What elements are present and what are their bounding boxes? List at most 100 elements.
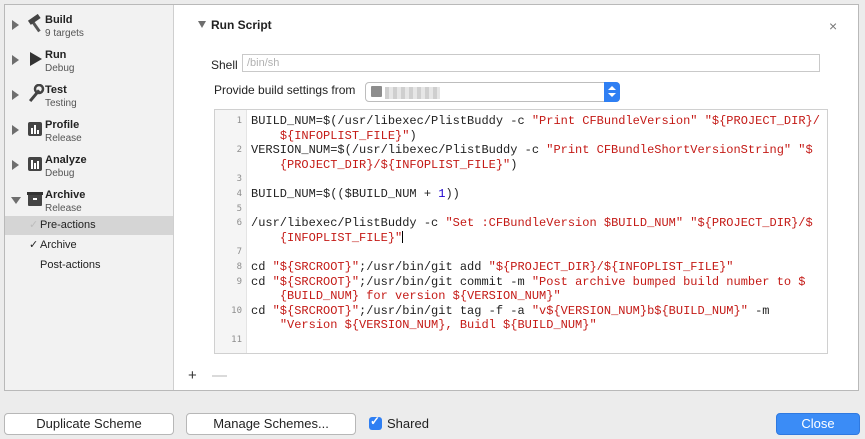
subitem-label: Archive bbox=[40, 239, 77, 251]
scheme-editor-frame: Build 9 targets Run Debug Test Testing P… bbox=[4, 4, 859, 391]
code-line: cd "${SRCROOT}";/usr/bin/git add "${PROJ… bbox=[251, 260, 734, 274]
hammer-icon bbox=[27, 14, 41, 33]
archive-box-icon bbox=[27, 192, 43, 206]
subitem-label: Post-actions bbox=[40, 259, 101, 271]
code-line: ${INFOPLIST_FILE}") bbox=[251, 129, 417, 143]
sidebar-item-label: Build bbox=[45, 14, 73, 26]
line-number: 7 bbox=[236, 247, 242, 258]
duplicate-scheme-button[interactable]: Duplicate Scheme bbox=[4, 413, 174, 435]
script-editor[interactable]: 1 2 3 4 5 6 7 8 9 10 11 BUILD_NUM=$(/usr/libexec/P… bbox=[214, 109, 828, 354]
phase-title: Run Script bbox=[211, 18, 272, 32]
sidebar-item-label: Run bbox=[45, 49, 67, 61]
code-token: ) bbox=[409, 128, 417, 143]
code-line: cd "${SRCROOT}";/usr/bin/git tag -f -a "… bbox=[251, 304, 770, 318]
line-number: 2 bbox=[236, 145, 242, 156]
shared-checkbox[interactable] bbox=[369, 414, 382, 430]
text-cursor bbox=[402, 230, 404, 243]
code-token: "${PROJECT_DIR}/$ bbox=[690, 216, 813, 231]
disclosure-triangle-icon[interactable] bbox=[12, 90, 19, 100]
code-token: /usr/libexec/PlistBuddy -c bbox=[251, 216, 446, 231]
code-token: "${SRCROOT}" bbox=[272, 260, 360, 274]
code-token: "Set :CFBundleVersion $BUILD_NUM" bbox=[445, 216, 684, 231]
disclosure-triangle-icon[interactable] bbox=[12, 125, 19, 135]
code-token: ${INFOPLIST_FILE}" bbox=[279, 128, 410, 143]
sidebar-item-build[interactable]: Build 9 targets bbox=[5, 10, 173, 44]
code-token: "v${VERSION_NUM}b${BUILD_NUM}" bbox=[531, 303, 748, 318]
redacted-target-name: xxxxxxxxxx bbox=[385, 87, 440, 99]
code-line: "Version ${VERSION_NUM}, Buidl ${BUILD_N… bbox=[251, 318, 597, 332]
sidebar-item-sublabel: Debug bbox=[45, 168, 75, 179]
add-phase-button[interactable]: + bbox=[188, 367, 197, 384]
disclosure-triangle-icon[interactable] bbox=[12, 160, 19, 170]
sidebar-item-analyze[interactable]: Analyze Debug bbox=[5, 150, 173, 184]
code-token: {INFOPLIST_FILE}" bbox=[279, 230, 403, 245]
line-number: 1 bbox=[236, 116, 242, 126]
shell-input[interactable]: /bin/sh bbox=[242, 54, 820, 72]
code-token: BUILD_NUM=$(/usr/libexec/PlistBuddy -c bbox=[251, 114, 532, 128]
manage-schemes-button[interactable]: Manage Schemes... bbox=[186, 413, 356, 435]
line-number: 6 bbox=[236, 218, 242, 229]
code-token: VERSION_NUM=$(/usr/libexec/PlistBuddy -c bbox=[251, 143, 547, 158]
checkmark-icon: ✓ bbox=[29, 239, 39, 251]
archive-subitem-pre-actions[interactable]: ✓ Pre-actions bbox=[5, 216, 173, 235]
play-icon bbox=[30, 52, 42, 66]
close-button[interactable]: Close bbox=[776, 413, 860, 435]
line-number-gutter: 1 2 3 4 5 6 7 8 9 10 11 bbox=[215, 110, 247, 353]
line-number: 8 bbox=[236, 262, 242, 272]
sidebar-item-sublabel: Release bbox=[45, 203, 82, 214]
code-token: "${PROJECT_DIR}/ bbox=[704, 114, 820, 128]
sidebar-item-run[interactable]: Run Debug bbox=[5, 45, 173, 79]
sidebar-item-label: Archive bbox=[45, 189, 86, 201]
sidebar-item-label: Test bbox=[45, 84, 67, 96]
shared-label: Shared bbox=[387, 416, 429, 431]
code-line: {INFOPLIST_FILE}" bbox=[251, 230, 404, 245]
sidebar-item-sublabel: Testing bbox=[45, 98, 77, 109]
build-settings-select[interactable]: xxxxxxxxxx bbox=[365, 82, 620, 102]
code-line: VERSION_NUM=$(/usr/libexec/PlistBuddy -c… bbox=[251, 143, 813, 157]
remove-phase-button[interactable]: — bbox=[212, 367, 227, 384]
code-token: ;/usr/bin/git commit -m bbox=[359, 274, 532, 289]
code-token: BUILD_NUM=$(($BUILD_NUM + bbox=[251, 187, 439, 201]
gauge-icon bbox=[28, 122, 42, 136]
disclosure-triangle-icon[interactable] bbox=[12, 55, 19, 65]
sidebar-item-profile[interactable]: Profile Release bbox=[5, 115, 173, 149]
code-token: {PROJECT_DIR}/${INFOPLIST_FILE}" bbox=[279, 157, 511, 172]
line-number: 11 bbox=[231, 335, 242, 345]
code-token: ;/usr/bin/git tag -f -a bbox=[359, 303, 532, 318]
line-number: 5 bbox=[236, 203, 242, 214]
line-number: 9 bbox=[236, 276, 242, 287]
code-line: BUILD_NUM=$(($BUILD_NUM + 1)) bbox=[251, 187, 460, 201]
code-token: -m bbox=[747, 303, 770, 318]
subitem-label: Pre-actions bbox=[40, 219, 96, 231]
sidebar-item-sublabel: 9 targets bbox=[45, 28, 84, 39]
wrench-icon bbox=[28, 84, 45, 103]
code-token: "${SRCROOT}" bbox=[272, 274, 360, 289]
archive-subitem-archive[interactable]: ✓ Archive bbox=[5, 236, 173, 255]
phase-disclosure-icon[interactable] bbox=[198, 21, 206, 28]
code-token: ) bbox=[510, 157, 518, 172]
code-line: BUILD_NUM=$(/usr/libexec/PlistBuddy -c "… bbox=[251, 114, 820, 128]
close-phase-icon[interactable]: × bbox=[829, 18, 837, 34]
code-token: cd bbox=[251, 303, 273, 318]
analyze-icon bbox=[28, 157, 42, 171]
disclosure-triangle-icon[interactable] bbox=[11, 197, 21, 204]
sidebar-item-archive[interactable]: Archive Release bbox=[5, 185, 173, 219]
code-token: "${PROJECT_DIR}/${INFOPLIST_FILE}" bbox=[488, 260, 734, 274]
code-token: "Post archive bumped build number to $ bbox=[531, 274, 806, 289]
archive-subitem-post-actions[interactable]: Post-actions bbox=[5, 256, 173, 275]
disclosure-triangle-icon[interactable] bbox=[12, 20, 19, 30]
shell-label: Shell bbox=[211, 58, 238, 72]
scheme-action-sidebar: Build 9 targets Run Debug Test Testing P… bbox=[5, 5, 174, 390]
code-token: cd bbox=[251, 260, 273, 274]
sidebar-item-sublabel: Debug bbox=[45, 63, 75, 74]
code-token: "Print CFBundleShortVersionString" bbox=[546, 143, 792, 158]
code-line: {BUILD_NUM} for version ${VERSION_NUM}" bbox=[251, 289, 561, 303]
sidebar-item-label: Profile bbox=[45, 119, 80, 131]
sidebar-item-test[interactable]: Test Testing bbox=[5, 80, 173, 114]
